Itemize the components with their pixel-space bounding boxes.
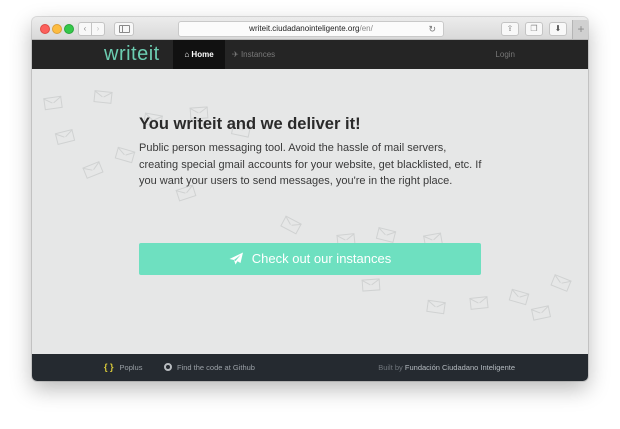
nav-home-label: Home (191, 50, 214, 59)
brand-logo[interactable]: writeit (104, 41, 160, 67)
nav-home-link[interactable]: ⌂ Home (173, 40, 225, 69)
minimize-window-button[interactable] (52, 24, 62, 34)
envelope-decoration (43, 95, 63, 111)
envelope-decoration (469, 296, 489, 310)
nav-instances-label: Instances (240, 50, 276, 59)
envelope-decoration (375, 227, 397, 243)
sidebar-icon (119, 25, 130, 33)
envelope-decoration (530, 305, 552, 321)
built-by-prefix: Built by (378, 363, 403, 372)
browser-window: ‹ › writeit.ciudadanointeligente.org/en/… (32, 17, 588, 381)
poplus-label: Poplus (119, 363, 143, 372)
hero-section: You writeit and we deliver it! Public pe… (32, 69, 588, 354)
share-button[interactable]: ⇪ (501, 22, 519, 36)
hero-description: Public person messaging tool. Avoid the … (139, 142, 482, 187)
sidebar-toggle-button[interactable] (114, 22, 134, 36)
envelope-decoration (361, 278, 381, 292)
built-by-credit: Built by Fundación Ciudadano Inteligente (378, 354, 515, 381)
envelope-decoration (280, 215, 302, 235)
address-bar[interactable]: writeit.ciudadanointeligente.org/en/ ↻ (178, 21, 444, 37)
github-link[interactable]: Find the code at Github (164, 354, 255, 381)
envelope-decoration (426, 299, 446, 315)
reload-icon[interactable]: ↻ (428, 22, 436, 36)
site-footer: { } Poplus Find the code at Github Built … (32, 354, 588, 381)
forward-button[interactable]: › (91, 22, 105, 36)
close-window-button[interactable] (40, 24, 50, 34)
paper-plane-icon: ✈ (232, 50, 239, 59)
paper-plane-icon (229, 252, 243, 265)
new-tab-button[interactable]: + (572, 20, 588, 39)
url-domain: writeit.ciudadanointeligente.org (249, 24, 360, 33)
check-instances-button[interactable]: Check out our instances (139, 243, 481, 275)
zoom-window-button[interactable] (64, 24, 74, 34)
github-icon (164, 363, 172, 371)
cta-label: Check out our instances (251, 251, 392, 266)
login-link[interactable]: Login (495, 40, 515, 69)
site-navbar: writeit ⌂ Home ✈ Instances Login (32, 40, 588, 69)
envelope-decoration (82, 161, 104, 179)
browser-toolbar: ‹ › writeit.ciudadanointeligente.org/en/… (32, 17, 588, 40)
show-tabs-button[interactable]: ❐ (525, 22, 543, 36)
home-icon: ⌂ (184, 50, 190, 59)
envelope-decoration (93, 90, 113, 104)
envelope-decoration (508, 288, 530, 306)
built-by-org-link[interactable]: Fundación Ciudadano Inteligente (405, 363, 515, 372)
envelope-decoration (114, 146, 136, 164)
url-path: /en/ (359, 24, 373, 33)
poplus-link[interactable]: { } Poplus (104, 354, 142, 381)
envelope-decoration (54, 129, 76, 145)
poplus-icon: { } (104, 362, 114, 372)
hero-title: You writeit and we deliver it! (139, 115, 361, 133)
downloads-button[interactable]: ⬇ (549, 22, 567, 36)
back-button[interactable]: ‹ (78, 22, 92, 36)
github-label: Find the code at Github (177, 363, 255, 372)
envelope-decoration (550, 274, 572, 292)
nav-instances-link[interactable]: ✈ Instances (232, 40, 275, 69)
